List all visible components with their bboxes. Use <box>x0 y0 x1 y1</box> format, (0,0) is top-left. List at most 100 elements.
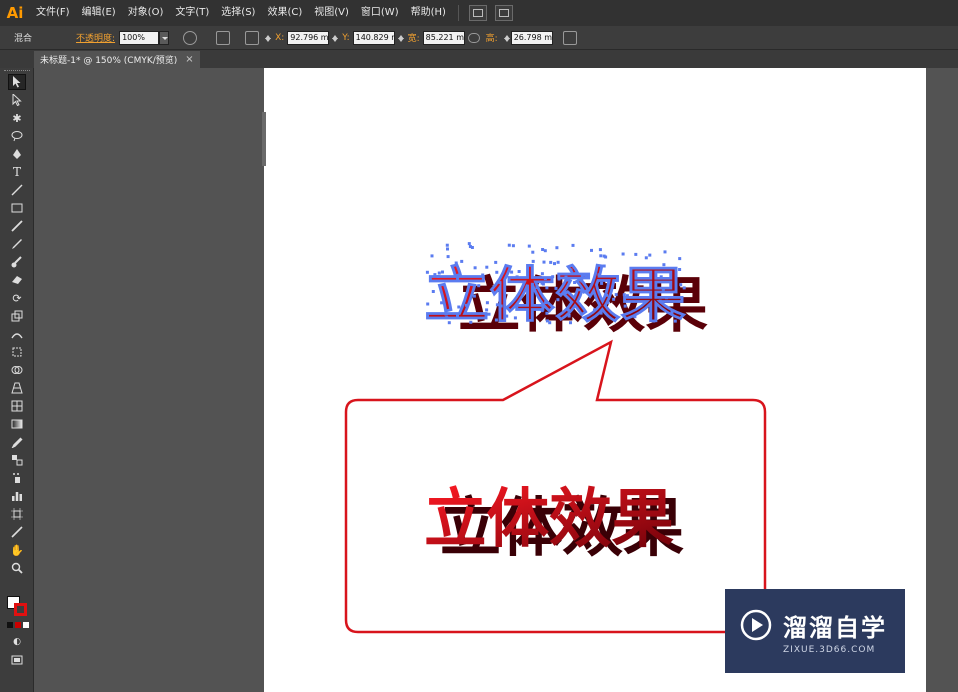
anchor-point[interactable] <box>580 279 584 283</box>
anchor-point[interactable] <box>659 275 663 279</box>
anchor-point[interactable] <box>678 257 682 261</box>
anchor-point[interactable] <box>543 249 547 253</box>
anchor-point[interactable] <box>590 248 593 252</box>
anchor-point[interactable] <box>661 287 665 291</box>
anchor-point[interactable] <box>625 294 629 298</box>
anchor-point[interactable] <box>634 252 638 256</box>
anchor-point[interactable] <box>498 281 502 285</box>
anchor-point[interactable] <box>477 284 481 288</box>
anchor-point[interactable] <box>644 256 648 260</box>
anchor-point[interactable] <box>531 259 535 263</box>
anchor-point[interactable] <box>437 271 441 275</box>
anchor-point[interactable] <box>510 270 514 274</box>
anchor-point[interactable] <box>554 286 558 290</box>
anchor-point[interactable] <box>602 264 606 268</box>
anchor-point[interactable] <box>599 311 603 315</box>
anchor-point[interactable] <box>527 244 531 248</box>
anchor-point[interactable] <box>678 268 682 271</box>
anchor-point[interactable] <box>549 260 553 264</box>
anchor-point[interactable] <box>447 321 451 325</box>
anchor-point[interactable] <box>566 308 570 312</box>
anchor-point[interactable] <box>515 275 519 279</box>
anchor-point[interactable] <box>445 243 449 247</box>
anchor-point[interactable] <box>679 283 683 287</box>
anchor-point[interactable] <box>542 260 546 264</box>
anchor-point[interactable] <box>621 252 625 256</box>
anchor-point[interactable] <box>598 248 602 252</box>
rendered-3d-text[interactable]: 立体效果 立体效果 <box>424 483 684 566</box>
anchor-point[interactable] <box>485 308 489 312</box>
anchor-point[interactable] <box>541 248 545 251</box>
anchor-point[interactable] <box>425 270 429 274</box>
anchor-point[interactable] <box>446 255 450 259</box>
anchor-point[interactable] <box>544 301 548 305</box>
anchor-point[interactable] <box>567 314 571 318</box>
anchor-point[interactable] <box>431 290 435 293</box>
anchor-point[interactable] <box>460 259 464 263</box>
anchor-point[interactable] <box>569 268 573 272</box>
anchor-point[interactable] <box>517 270 521 273</box>
anchor-point[interactable] <box>436 275 440 278</box>
anchor-point[interactable] <box>473 266 477 270</box>
anchor-point[interactable] <box>605 293 609 297</box>
anchor-point[interactable] <box>604 255 608 259</box>
anchor-point[interactable] <box>495 270 499 274</box>
anchor-point[interactable] <box>551 275 555 279</box>
anchor-point[interactable] <box>499 304 503 308</box>
anchor-point[interactable] <box>535 286 539 289</box>
anchor-point[interactable] <box>612 297 616 301</box>
anchor-point[interactable] <box>573 281 577 284</box>
anchor-point[interactable] <box>597 273 601 277</box>
anchor-point[interactable] <box>467 242 471 246</box>
anchor-point[interactable] <box>464 303 468 307</box>
anchor-point[interactable] <box>540 309 544 313</box>
anchor-point[interactable] <box>426 302 430 306</box>
anchor-point[interactable] <box>456 277 460 281</box>
anchor-point[interactable] <box>606 301 610 304</box>
anchor-point[interactable] <box>457 305 461 309</box>
anchor-point[interactable] <box>599 254 603 258</box>
anchor-point[interactable] <box>513 316 517 320</box>
anchor-point[interactable] <box>569 321 572 325</box>
anchor-point[interactable] <box>564 275 568 279</box>
anchor-point[interactable] <box>445 316 449 320</box>
anchor-point[interactable] <box>600 281 604 285</box>
anchor-point[interactable] <box>494 318 498 322</box>
anchor-point[interactable] <box>556 298 560 302</box>
anchor-point[interactable] <box>662 263 666 267</box>
anchor-point[interactable] <box>557 277 561 281</box>
anchor-point[interactable] <box>623 304 627 308</box>
anchor-point[interactable] <box>440 301 444 305</box>
anchor-point[interactable] <box>531 250 535 254</box>
anchor-point[interactable] <box>665 296 669 300</box>
anchor-point[interactable] <box>633 315 637 319</box>
anchor-point[interactable] <box>663 250 667 254</box>
anchor-point[interactable] <box>446 247 449 251</box>
anchor-point[interactable] <box>545 311 549 315</box>
anchor-point[interactable] <box>505 314 509 318</box>
anchor-point[interactable] <box>658 299 662 303</box>
anchor-point[interactable] <box>622 293 626 297</box>
anchor-point[interactable] <box>481 273 485 277</box>
anchor-point[interactable] <box>682 286 686 290</box>
anchor-point[interactable] <box>444 312 448 316</box>
anchor-point[interactable] <box>553 262 556 266</box>
anchor-point[interactable] <box>571 243 575 247</box>
anchor-point[interactable] <box>469 320 473 324</box>
anchor-point[interactable] <box>556 260 560 264</box>
anchor-point[interactable] <box>485 265 489 269</box>
anchor-point[interactable] <box>670 310 674 314</box>
anchor-point[interactable] <box>648 253 652 257</box>
anchor-point[interactable] <box>430 254 434 258</box>
anchor-point[interactable] <box>487 312 491 316</box>
anchor-point[interactable] <box>548 321 552 325</box>
anchor-point[interactable] <box>495 303 499 307</box>
anchor-point[interactable] <box>494 260 498 264</box>
anchor-point[interactable] <box>673 319 677 323</box>
anchor-point[interactable] <box>583 273 587 277</box>
anchor-point[interactable] <box>652 319 656 323</box>
anchor-point[interactable] <box>472 294 476 298</box>
selected-3d-text[interactable]: 立体效果 立体效果 <box>424 242 708 341</box>
anchor-point[interactable] <box>468 245 472 248</box>
anchor-point[interactable] <box>507 243 511 247</box>
